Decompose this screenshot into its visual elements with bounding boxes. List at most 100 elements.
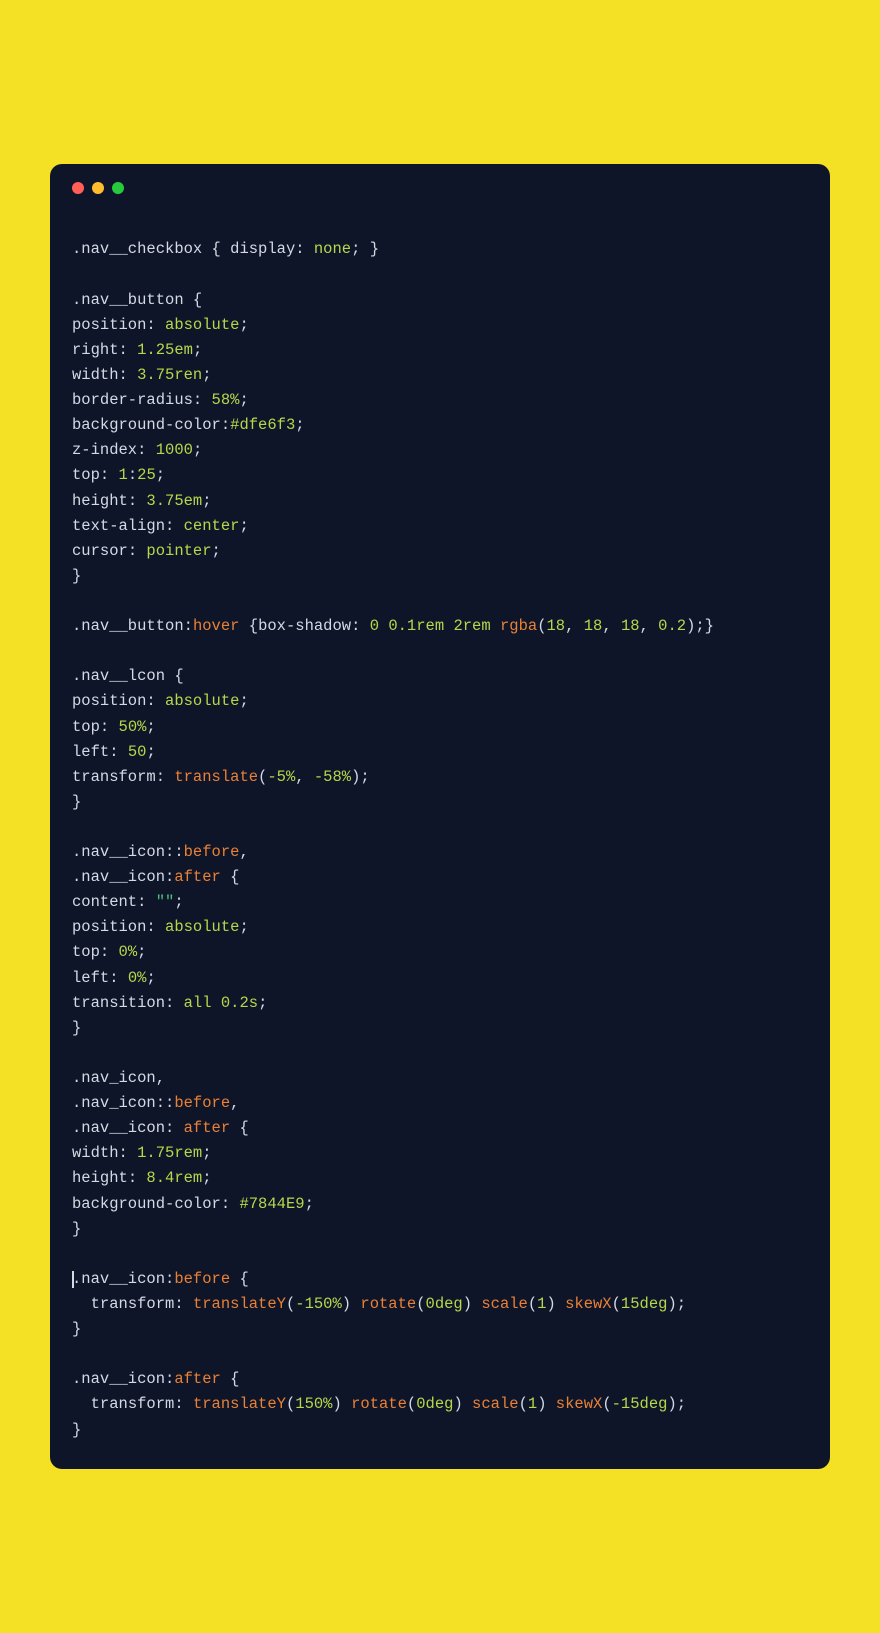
code-token: ; bbox=[202, 1169, 211, 1187]
code-token: ; bbox=[174, 893, 183, 911]
code-token: } bbox=[72, 793, 81, 811]
code-token: 0.2 bbox=[658, 617, 686, 635]
code-line: .nav__button:hover {box-shadow: 0 0.1rem… bbox=[72, 614, 808, 639]
code-token: : bbox=[128, 466, 137, 484]
code-token: position bbox=[72, 316, 146, 334]
code-token: 2rem bbox=[453, 617, 490, 635]
code-line: height: 8.4rem; bbox=[72, 1166, 808, 1191]
code-token: .nav__button bbox=[72, 617, 184, 635]
code-token: -15deg bbox=[612, 1395, 668, 1413]
code-token: ; bbox=[146, 743, 155, 761]
code-token: height bbox=[72, 492, 128, 510]
code-line bbox=[72, 639, 808, 664]
code-line: width: 1.75rem; bbox=[72, 1141, 808, 1166]
code-line: content: ""; bbox=[72, 890, 808, 915]
code-token: position bbox=[72, 692, 146, 710]
code-token: left bbox=[72, 969, 109, 987]
code-line: } bbox=[72, 1317, 808, 1342]
code-token: , bbox=[156, 1069, 165, 1087]
code-line: transition: all 0.2s; bbox=[72, 991, 808, 1016]
code-token: pointer bbox=[146, 542, 211, 560]
code-line: .nav__checkbox { display: none; } bbox=[72, 237, 808, 262]
code-token: 0deg bbox=[416, 1395, 453, 1413]
code-token: ; bbox=[146, 969, 155, 987]
code-token: : bbox=[165, 1270, 174, 1288]
code-line: background-color:#dfe6f3; bbox=[72, 413, 808, 438]
minimize-icon[interactable] bbox=[92, 182, 104, 194]
code-token: : bbox=[100, 718, 119, 736]
code-token: 50% bbox=[119, 718, 147, 736]
code-token: .nav_icon bbox=[72, 1094, 156, 1112]
code-token: .nav__button bbox=[72, 291, 184, 309]
code-line: width: 3.75ren; bbox=[72, 363, 808, 388]
code-token: #7844E9 bbox=[239, 1195, 304, 1213]
code-token: ; bbox=[137, 943, 146, 961]
code-token: , bbox=[230, 1094, 239, 1112]
code-line: .nav__icon:before { bbox=[72, 1267, 808, 1292]
code-token: { bbox=[230, 1119, 249, 1137]
code-token: { bbox=[184, 291, 203, 309]
code-token: 0deg bbox=[426, 1295, 463, 1313]
code-token: .nav__icon bbox=[72, 843, 165, 861]
code-token: 0% bbox=[119, 943, 138, 961]
code-token: .nav__checkbox bbox=[72, 240, 202, 258]
window-controls bbox=[72, 182, 808, 194]
code-token: none bbox=[314, 240, 351, 258]
code-editor[interactable]: .nav__checkbox { display: none; } .nav__… bbox=[72, 212, 808, 1442]
code-token: background-color bbox=[72, 416, 221, 434]
code-token: box-shadow bbox=[258, 617, 351, 635]
code-token: { bbox=[221, 1370, 240, 1388]
code-token: : bbox=[146, 316, 165, 334]
code-token: ; bbox=[258, 994, 267, 1012]
code-line bbox=[72, 1041, 808, 1066]
code-token: 50 bbox=[128, 743, 147, 761]
code-token: -58% bbox=[314, 768, 351, 786]
code-line bbox=[72, 1242, 808, 1267]
code-token: 8.4rem bbox=[146, 1169, 202, 1187]
code-token: );} bbox=[686, 617, 714, 635]
code-line: .nav_icon::before, bbox=[72, 1091, 808, 1116]
code-line bbox=[72, 1342, 808, 1367]
code-token: : bbox=[165, 1119, 184, 1137]
code-token: -5% bbox=[267, 768, 295, 786]
code-token bbox=[491, 617, 500, 635]
code-token: } bbox=[72, 1320, 81, 1338]
code-token: ; bbox=[146, 718, 155, 736]
code-token: ) bbox=[546, 1295, 565, 1313]
code-line: .nav__icon::before, bbox=[72, 840, 808, 865]
code-token: 0.1rem bbox=[388, 617, 444, 635]
code-token: { bbox=[239, 617, 258, 635]
code-token: rgba bbox=[500, 617, 537, 635]
code-token: .nav__icon bbox=[72, 1119, 165, 1137]
code-line: position: absolute; bbox=[72, 689, 808, 714]
code-token: : bbox=[146, 918, 165, 936]
close-icon[interactable] bbox=[72, 182, 84, 194]
code-token: : bbox=[174, 1295, 193, 1313]
code-line: transform: translateY(150%) rotate(0deg)… bbox=[72, 1392, 808, 1417]
code-token: after bbox=[184, 1119, 231, 1137]
code-line: z-index: 1000; bbox=[72, 438, 808, 463]
code-token: ( bbox=[407, 1395, 416, 1413]
code-token: 3.75ren bbox=[137, 366, 202, 384]
code-token: , bbox=[295, 768, 314, 786]
code-token: text-align bbox=[72, 517, 165, 535]
code-line: } bbox=[72, 790, 808, 815]
code-token: transform bbox=[72, 768, 156, 786]
code-token: : bbox=[156, 768, 175, 786]
code-token: absolute bbox=[165, 918, 239, 936]
code-token bbox=[379, 617, 388, 635]
code-token: 0 bbox=[370, 617, 379, 635]
code-token: 58% bbox=[212, 391, 240, 409]
code-token: : bbox=[221, 1195, 240, 1213]
code-line: .nav__icon: after { bbox=[72, 1116, 808, 1141]
code-token: hover bbox=[193, 617, 240, 635]
code-token: ; bbox=[202, 492, 211, 510]
code-line: .nav__icon:after { bbox=[72, 865, 808, 890]
code-line: height: 3.75em; bbox=[72, 489, 808, 514]
maximize-icon[interactable] bbox=[112, 182, 124, 194]
code-token: before bbox=[184, 843, 240, 861]
code-token: } bbox=[72, 1019, 81, 1037]
code-token: after bbox=[174, 868, 221, 886]
code-token: ( bbox=[537, 617, 546, 635]
code-token: , bbox=[239, 843, 248, 861]
